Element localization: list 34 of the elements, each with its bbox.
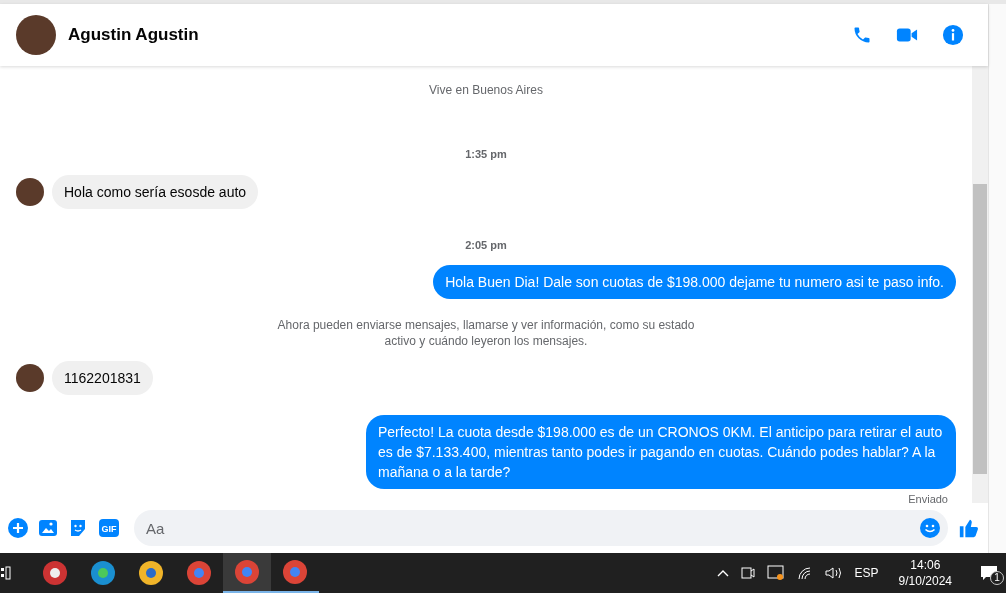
gif-icon[interactable]: GIF	[98, 518, 120, 538]
emoji-icon[interactable]	[920, 518, 940, 538]
scrollbar[interactable]	[972, 66, 988, 503]
timestamp: 2:05 pm	[465, 237, 507, 253]
message-bubble: Hola Buen Dia! Dale son cuotas de $198.000 dejame tu numero asi te paso info.	[433, 265, 956, 299]
avatar	[16, 364, 44, 392]
info-text: Ahora pueden enviarse mensajes, llamarse y ver información, como su estado activo y cuándo leyeron los mensajes.	[276, 317, 696, 349]
video-camera-icon[interactable]	[896, 26, 918, 44]
message-bubble: Perfecto! La cuota desde $198.000 es de un CRONOS 0KM. El anticipo para retirar el auto es de $7.133.400, mientras tanto podes ir pagando en cuotas. Cuándo podes hablar? A la mañana o a la tarde?	[366, 415, 956, 489]
avatar[interactable]	[16, 15, 56, 55]
wifi-icon[interactable]	[796, 566, 813, 580]
thumbs-up-icon[interactable]	[958, 517, 980, 539]
plus-icon[interactable]	[8, 518, 28, 538]
message-input[interactable]: Aa	[134, 510, 948, 546]
info-text: Vive en Buenos Aires	[429, 82, 543, 98]
task-view-icon[interactable]	[1, 566, 11, 580]
image-icon[interactable]	[38, 518, 58, 538]
sticker-icon[interactable]	[68, 518, 88, 538]
notification-count: 1	[990, 571, 1004, 585]
chevron-up-icon[interactable]	[716, 569, 729, 577]
phone-icon[interactable]	[852, 25, 872, 45]
camera-icon[interactable]	[740, 565, 755, 581]
message-bubble: 1162201831	[52, 361, 153, 395]
clock[interactable]: 14:06 9/10/2024	[890, 557, 960, 589]
page-scrollbar[interactable]	[988, 4, 1006, 553]
info-icon[interactable]	[942, 24, 964, 46]
speaker-icon[interactable]	[824, 566, 843, 580]
contact-name[interactable]: Agustin Agustin	[68, 22, 199, 48]
screen-badge-icon[interactable]	[766, 565, 785, 581]
timestamp: 1:35 pm	[465, 147, 507, 162]
delivery-status: Enviado	[908, 492, 948, 503]
language-indicator[interactable]: ESP	[854, 564, 879, 582]
avatar	[16, 177, 44, 206]
message-bubble: Hola como sería esosde auto	[52, 174, 259, 209]
